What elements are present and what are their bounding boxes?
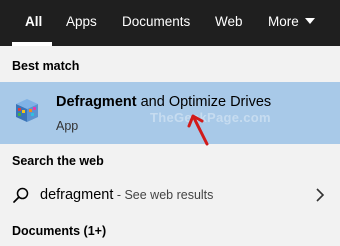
tab-documents[interactable]: Documents (122, 0, 190, 46)
best-match-heading: Best match (12, 59, 80, 73)
web-query-text: defragment (40, 187, 114, 203)
best-match-subtitle: App (56, 119, 79, 133)
annotation-arrow-icon (187, 114, 209, 146)
tab-all[interactable]: All (25, 0, 42, 46)
web-query-hint: - See web results (113, 188, 214, 202)
search-icon (13, 187, 29, 203)
tab-web[interactable]: Web (215, 0, 243, 46)
active-tab-indicator (12, 42, 52, 46)
tab-more-label: More (268, 14, 299, 29)
search-filter-bar: All Apps Documents Web More (0, 0, 340, 46)
chevron-right-icon[interactable] (314, 187, 326, 203)
chevron-down-icon (304, 18, 315, 25)
best-match-title-rest: and Optimize Drives (136, 94, 272, 110)
documents-heading[interactable]: Documents (1+) (12, 224, 106, 238)
web-query: defragment - See web results (40, 187, 213, 203)
best-match-title: Defragment and Optimize Drives (56, 94, 271, 110)
best-match-title-bold: Defragment (56, 94, 137, 110)
search-web-heading: Search the web (12, 154, 104, 168)
defragment-app-icon (16, 99, 38, 122)
tab-more[interactable]: More (268, 0, 315, 46)
tab-apps[interactable]: Apps (66, 0, 97, 46)
